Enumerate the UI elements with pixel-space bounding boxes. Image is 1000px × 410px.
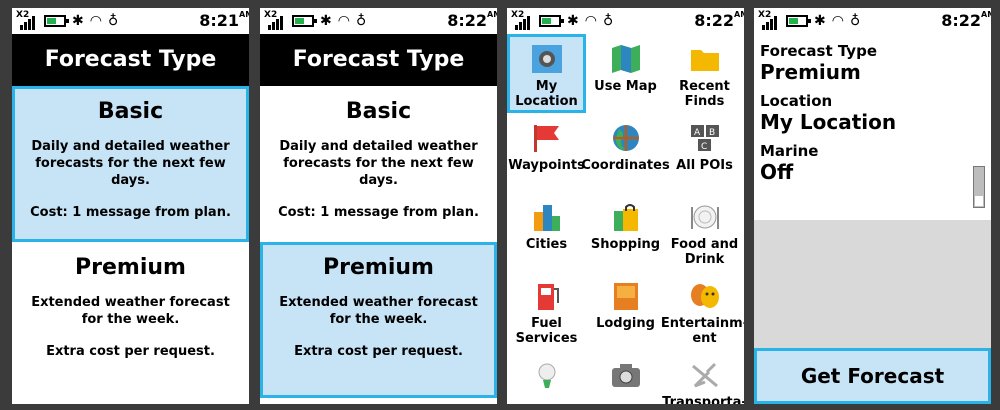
menu-item-my-location[interactable]: My Location: [507, 34, 586, 113]
option-basic[interactable]: Basic Daily and detailed weather forecas…: [12, 86, 249, 242]
location-pin-icon: ♁: [107, 13, 119, 29]
svg-text:C: C: [701, 142, 707, 152]
svg-text:B: B: [709, 128, 715, 138]
option-title: Premium: [323, 255, 434, 280]
globe-icon: [609, 122, 643, 154]
menu-item-entertainment[interactable]: Entertainm-ent: [661, 271, 744, 350]
menu-item-all-pois[interactable]: ABC All POIs: [665, 113, 744, 192]
screen-location-menu: X2 ✱ ◠ ♁ 8:22AM My Location Use Map Rece…: [507, 8, 744, 404]
forecast-type-label: Forecast Type: [760, 42, 877, 60]
page-title: Forecast Type: [12, 34, 249, 86]
menu-item-waypoints[interactable]: Waypoints: [507, 113, 586, 192]
status-bar: X2 ✱ ◠ ♁ 8:22AM: [507, 8, 744, 34]
shopping-bag-icon: [609, 201, 643, 233]
option-title: Basic: [345, 99, 412, 124]
status-bar: X2 ✱ ◠ ♁ 8:22AM: [260, 8, 497, 34]
screen-forecast-type-basic: X2 ✱ ◠ ♁ 8:21AM Forecast Type Basic Dail…: [12, 8, 249, 404]
airplane-icon: [688, 359, 722, 391]
marine-value: Off: [760, 160, 794, 184]
clock: 8:21AM: [199, 10, 249, 31]
empty-area: [754, 220, 991, 348]
signal-icon: X2: [758, 10, 782, 30]
wifi-icon: ◠: [584, 13, 597, 29]
option-description: Daily and detailed weather forecasts for…: [279, 139, 478, 188]
clock: 8:22AM: [447, 10, 497, 31]
location-pin-icon: ♁: [602, 13, 614, 29]
scrollbar[interactable]: [973, 166, 985, 208]
wifi-icon: ◠: [89, 13, 102, 29]
field-location[interactable]: Location My Location: [754, 84, 991, 134]
option-cost: Cost: 1 message from plan.: [278, 205, 479, 220]
menu-item-cities[interactable]: Cities: [507, 192, 586, 271]
status-bar: X2 ✱ ◠ ♁ 8:22AM: [754, 8, 991, 34]
screen-forecast-type-premium: X2 ✱ ◠ ♁ 8:22AM Forecast Type Basic Dail…: [260, 8, 497, 404]
screen-get-forecast: X2 ✱ ◠ ♁ 8:22AM Forecast Type Premium Lo…: [754, 8, 991, 404]
abc-icon: ABC: [688, 122, 722, 154]
scrollbar-thumb[interactable]: [975, 196, 983, 206]
option-basic[interactable]: Basic Daily and detailed weather forecas…: [260, 86, 497, 242]
option-cost: Extra cost per request.: [46, 344, 215, 359]
page-title: Forecast Type: [260, 34, 497, 86]
menu-item-food-drink[interactable]: Food and Drink: [665, 192, 744, 271]
option-title: Basic: [97, 99, 164, 124]
menu-item-lodging[interactable]: Lodging: [586, 271, 665, 350]
option-title: Premium: [75, 255, 186, 280]
bluetooth-icon: ✱: [72, 13, 84, 29]
menu-item-transportation[interactable]: Transporta-: [662, 350, 744, 404]
battery-icon: [539, 15, 564, 27]
forecast-type-value: Premium: [760, 60, 861, 84]
option-description: Daily and detailed weather forecasts for…: [31, 139, 230, 188]
plate-icon: [688, 201, 722, 233]
menu-item-shopping[interactable]: Shopping: [586, 192, 665, 271]
marine-label: Marine: [760, 142, 819, 160]
option-description: Extended weather forecast for the week.: [279, 295, 478, 327]
location-value: My Location: [760, 110, 897, 134]
location-label: Location: [760, 92, 833, 110]
map-icon: [609, 43, 643, 75]
menu-item-coordinates[interactable]: Coordinates: [581, 113, 670, 192]
location-pin-icon: ♁: [849, 13, 861, 29]
clock: 8:22AM: [694, 10, 744, 31]
flag-icon: [530, 122, 564, 154]
svg-text:A: A: [694, 128, 701, 138]
golf-icon: [530, 359, 564, 391]
wifi-icon: ◠: [831, 13, 844, 29]
fuel-pump-icon: [530, 280, 564, 312]
battery-icon: [786, 15, 811, 27]
get-forecast-button[interactable]: Get Forecast: [754, 348, 991, 404]
signal-icon: X2: [511, 10, 535, 30]
folder-icon: [688, 43, 722, 75]
menu-item-recent-finds[interactable]: Recent Finds: [665, 34, 744, 113]
location-grid: My Location Use Map Recent Finds Waypoin…: [507, 34, 744, 404]
menu-item-attractions[interactable]: [586, 350, 665, 404]
camera-icon: [609, 359, 643, 391]
wifi-icon: ◠: [337, 13, 350, 29]
location-pin-icon: ♁: [355, 13, 367, 29]
menu-item-use-map[interactable]: Use Map: [586, 34, 665, 113]
field-marine[interactable]: Marine Off: [754, 134, 991, 184]
bluetooth-icon: ✱: [320, 13, 332, 29]
city-icon: [530, 201, 564, 233]
my-location-icon: [530, 43, 564, 75]
bed-icon: [609, 280, 643, 312]
menu-item-fuel-services[interactable]: Fuel Services: [507, 271, 586, 350]
battery-icon: [292, 15, 317, 27]
option-cost: Extra cost per request.: [294, 344, 463, 359]
status-bar: X2 ✱ ◠ ♁ 8:21AM: [12, 8, 249, 34]
option-premium[interactable]: Premium Extended weather forecast for th…: [260, 242, 497, 398]
masks-icon: [688, 280, 722, 312]
signal-icon: X2: [16, 10, 40, 30]
bluetooth-icon: ✱: [814, 13, 826, 29]
menu-item-golf[interactable]: [507, 350, 586, 404]
clock: 8:22AM: [941, 10, 991, 31]
option-cost: Cost: 1 message from plan.: [30, 205, 231, 220]
signal-icon: X2: [264, 10, 288, 30]
field-forecast-type[interactable]: Forecast Type Premium: [754, 34, 991, 84]
bluetooth-icon: ✱: [567, 13, 579, 29]
battery-icon: [44, 15, 69, 27]
option-premium[interactable]: Premium Extended weather forecast for th…: [12, 242, 249, 398]
option-description: Extended weather forecast for the week.: [31, 295, 230, 327]
